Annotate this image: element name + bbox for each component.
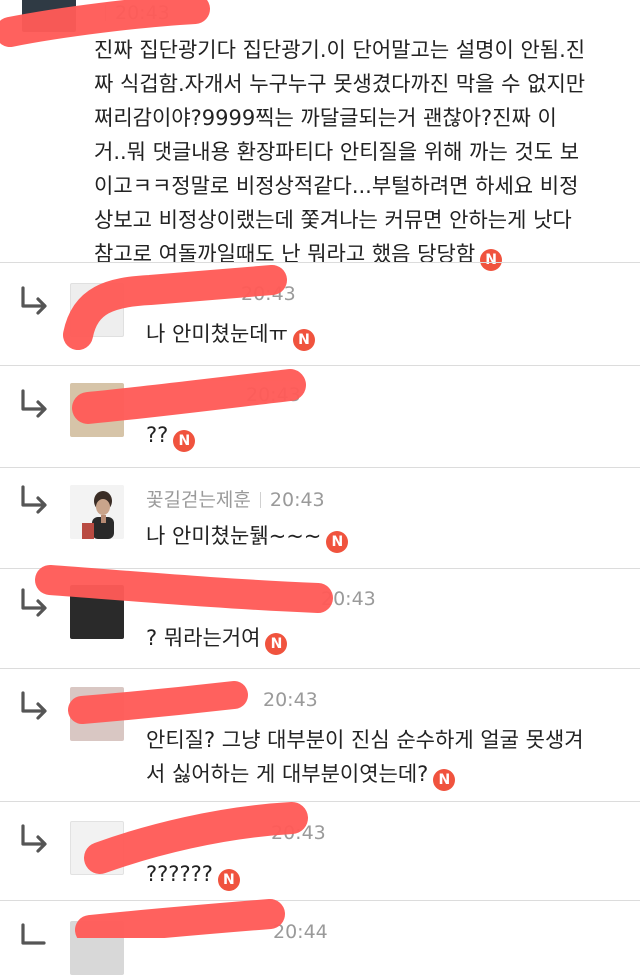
author-name[interactable]: 꽃길걷는제훈	[146, 489, 251, 511]
new-badge: N	[433, 769, 456, 791]
timestamp: 20:43	[271, 822, 326, 844]
comment-line: ??	[146, 423, 169, 447]
comment-item: 20:43 진짜 집단광기다 집단광기.이 단어말고는 설명이 안됨.진 짜 식…	[0, 0, 640, 271]
comment-line: 거..뭐 댓글내용 환장파티다 안티질을 위해 까는 것도 보	[94, 140, 580, 164]
reply-arrow-icon	[21, 691, 47, 720]
reply-arrow-icon	[21, 824, 47, 853]
reply-arrow-icon	[21, 588, 47, 617]
avatar[interactable]	[70, 283, 124, 337]
reply-item: 20:44	[0, 901, 640, 975]
avatar[interactable]	[70, 485, 124, 539]
reply-arrow-icon	[21, 485, 47, 514]
reply-arrow-icon	[21, 389, 47, 418]
comment-line: 상보고 비정상이랬는데 쫓겨나는 커뮤면 안하는게 낫다	[94, 208, 572, 232]
comment-line: 진짜 집단광기다 집단광기.이 단어말고는 설명이 안됨.진	[94, 38, 586, 62]
avatar[interactable]	[70, 687, 124, 741]
comment-line: ? 뭐라는거여	[146, 626, 261, 650]
avatar[interactable]	[70, 821, 124, 875]
new-badge: N	[265, 633, 288, 655]
reply-item: 20:43 ? 뭐라는거여 N	[0, 569, 640, 668]
comment-line: 나 안미쳤눈데ㅠ	[146, 322, 288, 346]
comment-text: 진짜 집단광기다 집단광기.이 단어말고는 설명이 안됨.진 짜 식겁함.자개서…	[94, 33, 585, 271]
avatar[interactable]	[70, 921, 124, 975]
comment-header: 20:43	[96, 2, 170, 24]
comment-header: 20:43	[146, 822, 326, 844]
avatar[interactable]	[22, 0, 76, 32]
new-badge: N	[173, 430, 196, 452]
timestamp: 20:43	[321, 588, 376, 610]
comment-text: 안티질? 그냥 대부분이 진심 순수하게 얼굴 못생겨 서 싫어하는 게 대부분…	[146, 723, 584, 791]
comment-line: 짜 식겁함.자개서 누구누구 못생겼다까진 막을 수 없지만	[94, 72, 586, 96]
comment-line: 나 안미쳤눈뒑~~~	[146, 524, 322, 548]
reply-item: 꽃길걷는제훈 20:43 나 안미쳤눈뒑~~~ N	[0, 468, 640, 568]
timestamp: 20:44	[273, 921, 328, 943]
avatar[interactable]	[70, 585, 124, 639]
comment-text: ? 뭐라는거여 N	[146, 621, 288, 655]
comment-text: ?????? N	[146, 857, 240, 891]
comment-header: 20:43	[146, 588, 376, 610]
timestamp: 20:43	[246, 384, 301, 406]
comment-text: 나 안미쳤눈뒑~~~ N	[146, 519, 349, 553]
comment-header: 꽃길걷는제훈 20:43	[146, 485, 325, 512]
avatar[interactable]	[70, 383, 124, 437]
person-photo-icon	[70, 485, 124, 539]
new-badge: N	[217, 869, 240, 891]
reply-item: 20:43 ?????? N	[0, 802, 640, 900]
timestamp: 20:43	[269, 489, 325, 511]
divider	[105, 5, 106, 21]
timestamp: 20:43	[241, 283, 296, 305]
reply-item: 20:43 나 안미쳤눈데ㅠ N	[0, 263, 640, 365]
comment-text: 나 안미쳤눈데ㅠ N	[146, 317, 315, 351]
comment-line: 서 싫어하는 게 대부분이엿는데?	[146, 762, 429, 786]
new-badge: N	[292, 329, 315, 351]
reply-item: 20:43 ?? N	[0, 366, 640, 467]
timestamp: 20:43	[263, 689, 318, 711]
comment-line: 쩌리감이야?9999찍는 까달글되는거 괜찮아?진짜 이	[94, 106, 557, 130]
reply-arrow-icon	[21, 286, 47, 315]
comment-header: 20:44	[146, 921, 328, 943]
comment-header: 20:43	[146, 283, 296, 305]
comment-text: ?? N	[146, 418, 196, 452]
comment-line: 안티질? 그냥 대부분이 진심 순수하게 얼굴 못생겨	[146, 728, 584, 752]
comment-line: 이고ㅋㅋ정말로 비정상적같다...부털하려면 하세요 비정	[94, 174, 579, 198]
comment-line: ??????	[146, 862, 213, 886]
reply-arrow-icon	[21, 923, 46, 945]
new-badge: N	[326, 531, 349, 553]
timestamp: 20:43	[115, 2, 170, 24]
comment-header: 20:43	[146, 384, 301, 406]
divider	[259, 492, 261, 508]
reply-item: 20:43 안티질? 그냥 대부분이 진심 순수하게 얼굴 못생겨 서 싫어하는…	[0, 669, 640, 801]
comment-header: 20:43	[146, 689, 318, 711]
